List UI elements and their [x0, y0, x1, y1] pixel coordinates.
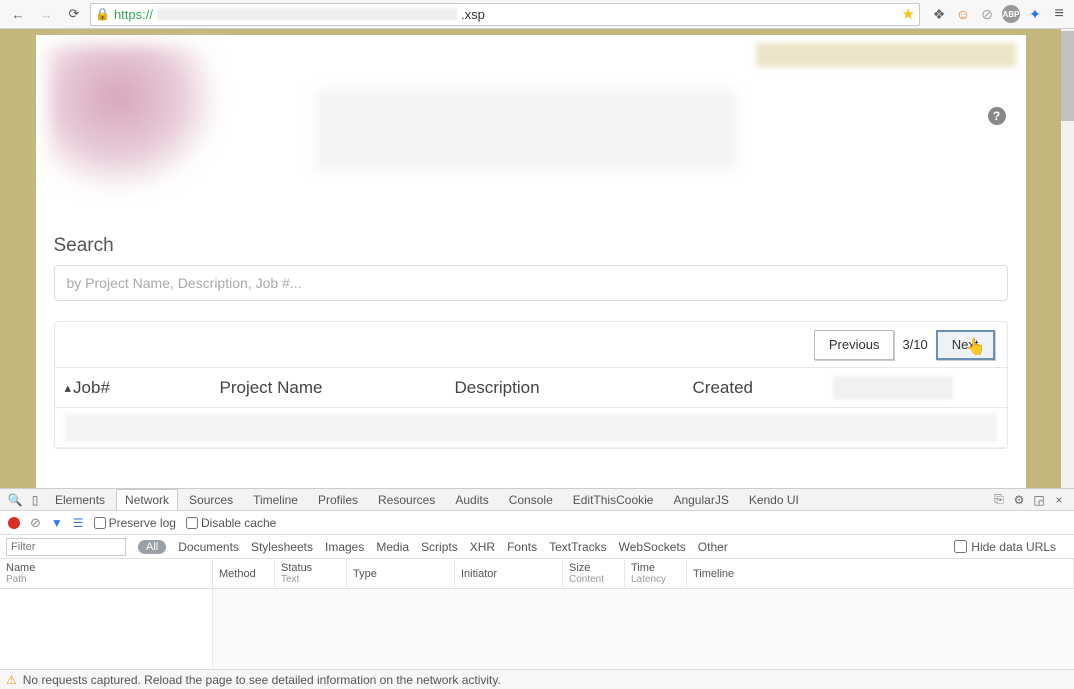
tab-kendoui[interactable]: Kendo UI: [740, 489, 808, 510]
network-filter-row: All Documents Stylesheets Images Media S…: [0, 535, 1074, 559]
previous-button[interactable]: Previous: [814, 330, 895, 360]
col-status[interactable]: StatusText: [275, 559, 347, 588]
filter-scripts[interactable]: Scripts: [421, 540, 458, 554]
warning-icon: ⚠: [6, 673, 17, 687]
back-button[interactable]: ←: [6, 3, 30, 25]
tab-profiles[interactable]: Profiles: [309, 489, 367, 510]
forward-button[interactable]: →: [34, 3, 58, 25]
tab-elements[interactable]: Elements: [46, 489, 114, 510]
sort-asc-icon: ▴: [65, 380, 72, 396]
filter-all-pill[interactable]: All: [138, 540, 166, 554]
inspect-icon[interactable]: 🔍: [6, 493, 24, 507]
network-body: [0, 589, 1074, 669]
filter-media[interactable]: Media: [376, 540, 409, 554]
page-scrollbar[interactable]: [1061, 29, 1074, 488]
device-icon[interactable]: ▯: [26, 493, 44, 507]
browser-toolbar: ← → ⟳ 🔒 https:// .xsp ★ ❖ ☺ ⊘ ABP ✦ ≡: [0, 0, 1074, 29]
tab-editthiscookie[interactable]: EditThisCookie: [564, 489, 663, 510]
address-bar[interactable]: 🔒 https:// .xsp ★: [90, 3, 920, 26]
tab-angularjs[interactable]: AngularJS: [664, 489, 737, 510]
disable-cache-checkbox[interactable]: Disable cache: [186, 516, 276, 530]
close-devtools-icon[interactable]: ×: [1050, 493, 1068, 507]
col-size[interactable]: SizeContent: [563, 559, 625, 588]
extension-puzzle-icon[interactable]: ✦: [1026, 5, 1044, 23]
page-viewport: ? Search by Project Name, Description, J…: [0, 29, 1061, 488]
extension-abp-icon[interactable]: ABP: [1002, 5, 1020, 23]
tab-audits[interactable]: Audits: [446, 489, 497, 510]
tab-network[interactable]: Network: [116, 489, 178, 510]
filter-input[interactable]: [6, 538, 126, 556]
tab-console[interactable]: Console: [500, 489, 562, 510]
project-grid: Previous 3/10 Next ▴Job# Project Name De…: [54, 321, 1008, 449]
filter-documents[interactable]: Documents: [178, 540, 239, 554]
grid-pager: Previous 3/10 Next: [55, 322, 1007, 368]
filter-websockets[interactable]: WebSockets: [619, 540, 686, 554]
dock-icon[interactable]: ◲: [1030, 493, 1048, 507]
search-label: Search: [54, 235, 1008, 257]
extension-icon-3[interactable]: ⊘: [978, 5, 996, 23]
network-toolbar: ⊘ ▼ ☰ Preserve log Disable cache: [0, 511, 1074, 535]
logo-redacted: [48, 45, 223, 195]
filter-stylesheets[interactable]: Stylesheets: [251, 540, 313, 554]
row-redacted: [65, 414, 997, 442]
column-redacted: [833, 376, 953, 400]
column-job[interactable]: ▴Job#: [65, 378, 220, 398]
grid-header: ▴Job# Project Name Description Created: [55, 368, 1007, 408]
settings-gear-icon[interactable]: ⚙: [1010, 493, 1028, 507]
extensions-row: ❖ ☺ ⊘ ABP ✦ ≡: [924, 5, 1068, 23]
bookmark-star-icon[interactable]: ★: [902, 5, 915, 23]
col-type[interactable]: Type: [347, 559, 455, 588]
col-method[interactable]: Method: [213, 559, 275, 588]
column-created[interactable]: Created: [693, 378, 833, 398]
url-suffix: .xsp: [461, 7, 485, 22]
lock-icon: 🔒: [95, 7, 110, 21]
banner-redacted: [316, 90, 736, 170]
devtools-status-bar: ⚠ No requests captured. Reload the page …: [0, 669, 1074, 689]
filter-xhr[interactable]: XHR: [470, 540, 495, 554]
column-description[interactable]: Description: [455, 378, 693, 398]
filter-other[interactable]: Other: [698, 540, 728, 554]
corner-redacted: [756, 43, 1016, 67]
network-columns: NamePath Method StatusText Type Initiato…: [0, 559, 1074, 589]
chrome-menu-button[interactable]: ≡: [1050, 5, 1068, 23]
tab-resources[interactable]: Resources: [369, 489, 444, 510]
page-indicator: 3/10: [902, 337, 927, 352]
search-placeholder: by Project Name, Description, Job #...: [67, 275, 302, 291]
extension-icon-1[interactable]: ❖: [930, 5, 948, 23]
help-icon[interactable]: ?: [988, 107, 1006, 125]
url-protocol: https://: [114, 7, 153, 22]
network-body-name-col: [0, 589, 213, 669]
extension-icon-2[interactable]: ☺: [954, 5, 972, 23]
devtools-panel: 🔍 ▯ Elements Network Sources Timeline Pr…: [0, 488, 1074, 689]
col-time[interactable]: TimeLatency: [625, 559, 687, 588]
col-name[interactable]: NamePath: [0, 559, 213, 588]
status-message: No requests captured. Reload the page to…: [23, 673, 501, 687]
preserve-log-checkbox[interactable]: Preserve log: [94, 516, 176, 530]
clear-button[interactable]: ⊘: [30, 515, 41, 531]
tab-timeline[interactable]: Timeline: [244, 489, 307, 510]
reload-button[interactable]: ⟳: [62, 3, 86, 25]
search-section: Search by Project Name, Description, Job…: [54, 235, 1008, 301]
search-input[interactable]: by Project Name, Description, Job #...: [54, 265, 1008, 301]
col-initiator[interactable]: Initiator: [455, 559, 563, 588]
table-row[interactable]: [55, 408, 1007, 448]
scrollbar-thumb[interactable]: [1061, 31, 1074, 121]
view-list-icon[interactable]: ☰: [73, 516, 84, 530]
column-project-name[interactable]: Project Name: [220, 378, 455, 398]
col-timeline[interactable]: Timeline: [687, 559, 1074, 588]
hide-data-urls-checkbox[interactable]: Hide data URLs: [954, 540, 1056, 554]
filter-fonts[interactable]: Fonts: [507, 540, 537, 554]
next-button[interactable]: Next: [936, 330, 995, 360]
page-card: ? Search by Project Name, Description, J…: [36, 35, 1026, 488]
devtools-tabs: 🔍 ▯ Elements Network Sources Timeline Pr…: [0, 489, 1074, 511]
drawer-icon[interactable]: ⎘: [990, 492, 1008, 507]
tab-sources[interactable]: Sources: [180, 489, 242, 510]
filter-texttracks[interactable]: TextTracks: [549, 540, 607, 554]
url-host-redacted: [157, 8, 457, 20]
filter-images[interactable]: Images: [325, 540, 364, 554]
filter-icon[interactable]: ▼: [51, 516, 63, 530]
record-button[interactable]: [8, 517, 20, 529]
